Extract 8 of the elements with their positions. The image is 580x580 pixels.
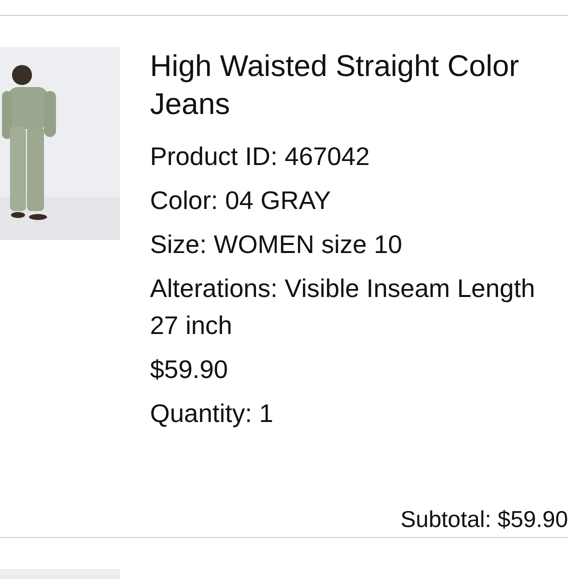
product-detail: Quantity: 1 xyxy=(150,399,274,430)
product-title: High Waisted Straight Color Jeans xyxy=(150,49,520,123)
product-detail: Product ID: 467042 xyxy=(150,142,371,173)
product-detail: Alterations: Visible Inseam Length 27 inch xyxy=(150,274,536,342)
subtotal-text: Subtotal: $59.90 xyxy=(400,508,568,531)
product-detail: $59.90 xyxy=(150,355,229,386)
product-detail: Size: WOMEN size 10 xyxy=(150,230,404,261)
product-detail: Color: 04 GRAY xyxy=(150,186,332,217)
